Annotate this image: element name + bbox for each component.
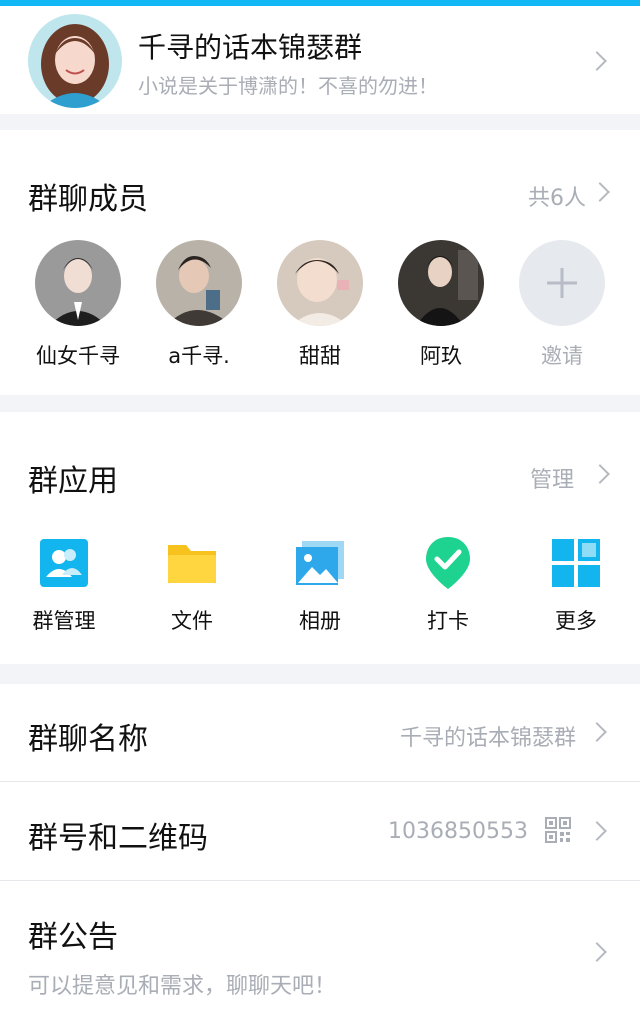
group-name: 千寻的话本锦瑟群: [138, 31, 363, 64]
group-name-row[interactable]: 群聊名称 千寻的话本锦瑟群: [0, 684, 640, 781]
chevron-right-icon: [587, 722, 607, 742]
apps-manage-link[interactable]: 管理: [530, 462, 574, 494]
app-label: 更多: [555, 609, 597, 633]
qr-code-icon[interactable]: [545, 817, 571, 847]
group-description: 小说是关于博潇的！不喜的勿进！: [138, 74, 438, 98]
app-label: 文件: [171, 609, 213, 633]
folder-icon[interactable]: [166, 537, 218, 589]
app-label: 相册: [299, 609, 341, 633]
group-header[interactable]: 千寻的话本锦瑟群 小说是关于博潇的！不喜的勿进！: [0, 6, 640, 114]
member-avatar[interactable]: [398, 240, 484, 326]
member-name: 仙女千寻: [36, 344, 120, 368]
group-avatar: [28, 14, 122, 108]
member-count[interactable]: 共6人: [528, 180, 586, 212]
member-name: 甜甜: [299, 344, 341, 368]
chevron-right-icon[interactable]: [590, 182, 610, 202]
members-section: 群聊成员 共6人 仙女千寻 a千寻. 甜甜 阿玖 邀请: [0, 130, 640, 395]
check-in-icon[interactable]: [422, 535, 474, 589]
apps-title: 群应用: [28, 464, 118, 499]
invite-label: 邀请: [541, 344, 583, 368]
app-label: 打卡: [427, 609, 469, 633]
group-name-value: 千寻的话本锦瑟群: [399, 726, 576, 751]
invite-button[interactable]: [519, 240, 605, 326]
announcement-row[interactable]: 群公告 可以提意见和需求，聊聊天吧！: [0, 881, 640, 1023]
chevron-right-icon: [587, 942, 607, 962]
settings-list: 群聊名称 千寻的话本锦瑟群 群号和二维码 1036850553 群公告 可以提意…: [0, 684, 640, 1023]
group-manage-icon[interactable]: [38, 537, 90, 589]
member-avatar[interactable]: [277, 240, 363, 326]
photo-album-icon[interactable]: [294, 537, 346, 589]
members-title: 群聊成员: [28, 182, 148, 217]
chevron-right-icon: [587, 821, 607, 841]
chevron-right-icon[interactable]: [590, 464, 610, 484]
member-avatar[interactable]: [156, 240, 242, 326]
member-name: a千寻.: [168, 344, 230, 368]
group-number-row[interactable]: 群号和二维码 1036850553: [0, 782, 640, 880]
apps-section: 群应用 管理 群管理 文件 相册 打卡 更多: [0, 412, 640, 664]
announcement-label: 群公告: [28, 920, 118, 955]
group-name-label: 群聊名称: [28, 722, 148, 757]
member-avatar[interactable]: [35, 240, 121, 326]
more-grid-icon[interactable]: [550, 537, 602, 589]
announcement-preview: 可以提意见和需求，聊聊天吧！: [28, 974, 337, 999]
group-number-label: 群号和二维码: [28, 821, 208, 856]
app-label: 群管理: [32, 609, 96, 633]
chevron-right-icon: [587, 51, 607, 71]
member-name: 阿玖: [420, 344, 462, 368]
group-number-value: 1036850553: [388, 819, 528, 844]
